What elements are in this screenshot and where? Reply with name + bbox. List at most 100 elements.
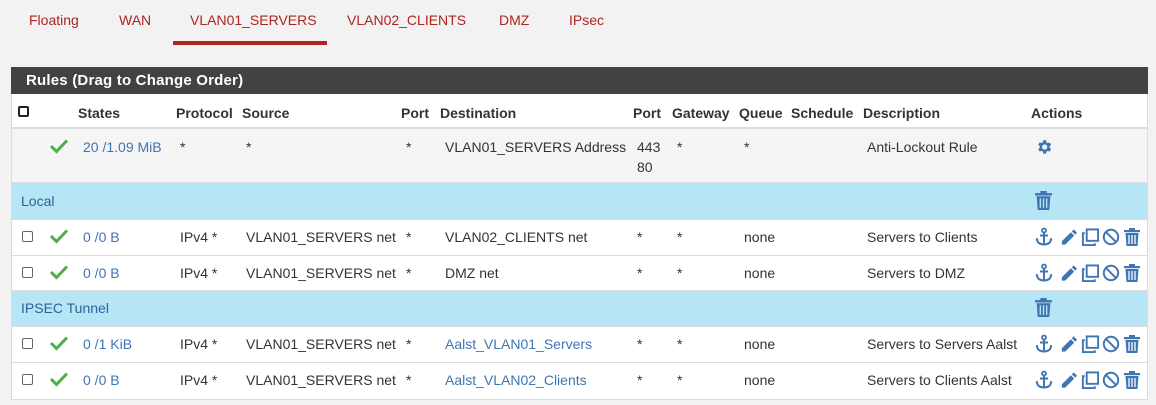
queue: none xyxy=(744,265,776,281)
tab-floating[interactable]: Floating xyxy=(29,12,79,28)
check-icon[interactable] xyxy=(49,335,69,351)
dst-port: * xyxy=(637,229,643,245)
source: VLAN01_SERVERS net xyxy=(246,229,396,245)
table-row: 0 /0 B IPv4 * VLAN01_SERVERS net * DMZ net * *… xyxy=(12,256,1147,291)
gear-icon[interactable] xyxy=(1035,138,1053,156)
col-description: Description xyxy=(863,105,941,121)
states-link[interactable]: 0 /0 B xyxy=(83,229,120,245)
col-dst-port: Port xyxy=(633,105,661,121)
dst-port-443: 443 xyxy=(637,139,661,155)
port: * xyxy=(406,229,412,245)
source: VLAN01_SERVERS net xyxy=(246,336,396,352)
check-icon xyxy=(49,139,69,154)
table-row: 0 /0 B IPv4 * VLAN01_SERVERS net * VLAN02_CL… xyxy=(12,220,1147,256)
disable-icon[interactable] xyxy=(1102,335,1120,353)
table-row: 0 /1 KiB IPv4 * VLAN01_SERVERS net * Aalst_V… xyxy=(12,327,1147,363)
col-protocol: Protocol xyxy=(176,105,233,121)
source: VLAN01_SERVERS net xyxy=(246,372,396,388)
table-row: 0 /0 B IPv4 * VLAN01_SERVERS net * Aalst_VLA… xyxy=(12,363,1147,398)
row-checkbox[interactable] xyxy=(22,267,33,278)
separator-label: IPSEC Tunnel xyxy=(21,300,109,316)
gateway: * xyxy=(677,139,683,155)
dst-port: * xyxy=(637,265,643,281)
col-source: Source xyxy=(242,105,290,121)
gateway: * xyxy=(677,336,683,352)
panel-title: Rules (Drag to Change Order) xyxy=(11,67,1148,94)
dst-port: * xyxy=(637,372,643,388)
destination: VLAN02_CLIENTS net xyxy=(445,229,588,245)
edit-icon[interactable] xyxy=(1059,228,1078,247)
trash-icon[interactable] xyxy=(1124,335,1140,353)
queue: none xyxy=(744,229,776,245)
description: Anti-Lockout Rule xyxy=(867,139,978,155)
copy-icon[interactable] xyxy=(1081,335,1100,354)
description: Servers to Clients xyxy=(867,229,978,245)
col-queue: Queue xyxy=(739,105,783,121)
edit-icon[interactable] xyxy=(1059,335,1078,354)
destination[interactable]: Aalst_VLAN01_Servers xyxy=(445,336,592,352)
description: Servers to Servers Aalst xyxy=(867,336,1018,352)
tab-wan[interactable]: WAN xyxy=(119,12,151,28)
check-icon[interactable] xyxy=(49,371,69,387)
trash-icon[interactable] xyxy=(1124,264,1140,282)
check-icon[interactable] xyxy=(49,264,69,280)
description: Servers to DMZ xyxy=(867,265,966,281)
port: * xyxy=(406,336,412,352)
dst-port-80: 80 xyxy=(637,159,653,175)
gateway: * xyxy=(677,229,683,245)
port: * xyxy=(406,265,412,281)
protocol: * xyxy=(180,139,186,155)
disable-icon[interactable] xyxy=(1102,228,1120,246)
col-actions: Actions xyxy=(1031,105,1083,121)
col-gateway: Gateway xyxy=(672,105,730,121)
queue: none xyxy=(744,372,776,388)
gateway: * xyxy=(677,265,683,281)
destination[interactable]: Aalst_VLAN02_Clients xyxy=(445,372,587,388)
select-all-checkbox[interactable] xyxy=(18,106,29,117)
tab-ipsec[interactable]: IPsec xyxy=(569,12,604,28)
protocol: IPv4 * xyxy=(180,229,218,245)
disable-icon[interactable] xyxy=(1102,264,1120,282)
states-link[interactable]: 20 /1.09 MiB xyxy=(83,139,162,155)
anchor-icon[interactable] xyxy=(1034,334,1054,354)
row-checkbox[interactable] xyxy=(22,231,33,242)
protocol: IPv4 * xyxy=(180,336,218,352)
tab-dmz[interactable]: DMZ xyxy=(499,12,529,28)
anchor-icon[interactable] xyxy=(1034,263,1054,283)
destination: VLAN01_SERVERS Address xyxy=(445,139,627,155)
queue: * xyxy=(744,139,750,155)
anchor-icon[interactable] xyxy=(1034,227,1054,247)
edit-icon[interactable] xyxy=(1059,371,1078,390)
trash-icon[interactable] xyxy=(1035,298,1052,317)
anti-lockout-row: 20 /1.09 MiB * * * VLAN01_SERVERS Addres… xyxy=(12,129,1147,183)
dst-port: * xyxy=(637,336,643,352)
states-link[interactable]: 0 /0 B xyxy=(83,372,120,388)
row-checkbox[interactable] xyxy=(22,374,33,385)
protocol: IPv4 * xyxy=(180,372,218,388)
copy-icon[interactable] xyxy=(1081,264,1100,283)
separator-label: Local xyxy=(21,193,55,209)
copy-icon[interactable] xyxy=(1081,371,1100,390)
edit-icon[interactable] xyxy=(1059,264,1078,283)
anchor-icon[interactable] xyxy=(1034,370,1054,390)
states-link[interactable]: 0 /1 KiB xyxy=(83,336,132,352)
source: VLAN01_SERVERS net xyxy=(246,265,396,281)
disable-icon[interactable] xyxy=(1102,371,1120,389)
separator-ipsec-tunnel: IPSEC Tunnel xyxy=(12,291,1147,327)
states-link[interactable]: 0 /0 B xyxy=(83,265,120,281)
row-checkbox[interactable] xyxy=(22,338,33,349)
copy-icon[interactable] xyxy=(1081,228,1100,247)
queue: none xyxy=(744,336,776,352)
trash-icon[interactable] xyxy=(1124,228,1140,246)
check-icon[interactable] xyxy=(49,228,69,244)
trash-icon[interactable] xyxy=(1035,191,1052,210)
col-schedule: Schedule xyxy=(791,105,854,121)
tab-vlan02-clients[interactable]: VLAN02_CLIENTS xyxy=(347,12,466,28)
trash-icon[interactable] xyxy=(1124,371,1140,389)
protocol: IPv4 * xyxy=(180,265,218,281)
active-tab-indicator xyxy=(173,41,327,45)
tab-vlan01-servers[interactable]: VLAN01_SERVERS xyxy=(190,12,317,28)
interface-tabs: Floating WAN VLAN01_SERVERS VLAN02_CLIEN… xyxy=(0,0,1156,46)
col-states: States xyxy=(78,105,121,121)
port: * xyxy=(406,139,412,155)
